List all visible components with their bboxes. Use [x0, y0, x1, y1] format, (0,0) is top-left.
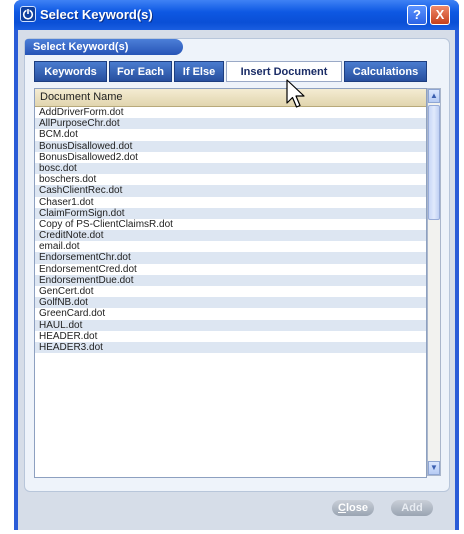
title-bar[interactable]: Select Keyword(s) ? X: [14, 0, 459, 30]
window-title: Select Keyword(s): [40, 7, 153, 22]
list-item[interactable]: BonusDisallowed2.dot: [35, 152, 426, 163]
list-item[interactable]: GolfNB.dot: [35, 297, 426, 309]
list-item[interactable]: HAUL.dot: [35, 319, 426, 331]
list-item[interactable]: GreenCard.dot: [35, 308, 426, 319]
list-item[interactable]: HEADER.dot: [35, 331, 426, 342]
tab-insert-document[interactable]: Insert Document: [226, 61, 342, 82]
dialog-window: Select Keyword(s) ? X Select Keyword(s) …: [14, 0, 459, 530]
dialog-body: Select Keyword(s) Keywords For Each If E…: [18, 30, 455, 530]
list-item[interactable]: AllPurposeChr.dot: [35, 118, 426, 130]
list-item[interactable]: boschers.dot: [35, 174, 426, 185]
close-button-rest: lose: [345, 502, 368, 514]
close-button[interactable]: Close: [332, 500, 374, 516]
list-item[interactable]: EndorsementChr.dot: [35, 252, 426, 264]
mouse-pointer-icon: [286, 79, 305, 108]
list-item[interactable]: HEADER3.dot: [35, 341, 426, 354]
list-item[interactable]: Copy of PS-ClientClaimsR.dot: [35, 219, 426, 230]
list-item[interactable]: EndorsementDue.dot: [35, 274, 426, 286]
tab-if-else[interactable]: If Else: [174, 61, 224, 82]
list-item[interactable]: email.dot: [35, 241, 426, 252]
keyword-panel: Select Keyword(s) Keywords For Each If E…: [24, 38, 450, 492]
app-power-icon: [20, 6, 36, 22]
add-button[interactable]: Add: [391, 500, 433, 516]
column-header-document-name[interactable]: Document Name: [35, 89, 426, 107]
close-button-mnemonic: C: [338, 502, 346, 514]
scroll-down-icon[interactable]: ▼: [428, 461, 440, 475]
list-item[interactable]: BonusDisallowed.dot: [35, 140, 426, 152]
tab-calculations[interactable]: Calculations: [344, 61, 427, 82]
list-item[interactable]: Chaser1.dot: [35, 197, 426, 208]
list-item[interactable]: CashClientRec.dot: [35, 185, 426, 197]
help-button[interactable]: ?: [407, 5, 427, 25]
list-item[interactable]: EndorsementCred.dot: [35, 264, 426, 275]
list-item[interactable]: BCM.dot: [35, 129, 426, 140]
vertical-scrollbar[interactable]: ▲ ▼: [427, 88, 441, 476]
list-item[interactable]: AddDriverForm.dot: [35, 107, 426, 118]
document-rows: AddDriverForm.dot AllPurposeChr.dot BCM.do…: [35, 107, 426, 354]
scroll-up-icon[interactable]: ▲: [428, 89, 440, 103]
document-list[interactable]: Document Name AddDriverForm.dot AllPurpos…: [34, 88, 427, 478]
list-item[interactable]: GenCert.dot: [35, 286, 426, 297]
list-item[interactable]: CreditNote.dot: [35, 230, 426, 242]
tab-for-each[interactable]: For Each: [109, 61, 172, 82]
tab-bar: Keywords For Each If Else Insert Documen…: [34, 61, 449, 83]
close-window-button[interactable]: X: [430, 5, 450, 25]
tab-keywords[interactable]: Keywords: [34, 61, 107, 82]
panel-title: Select Keyword(s): [25, 39, 183, 55]
list-item[interactable]: ClaimFormSign.dot: [35, 207, 426, 219]
scroll-thumb[interactable]: [428, 105, 440, 220]
list-item[interactable]: bosc.dot: [35, 162, 426, 175]
